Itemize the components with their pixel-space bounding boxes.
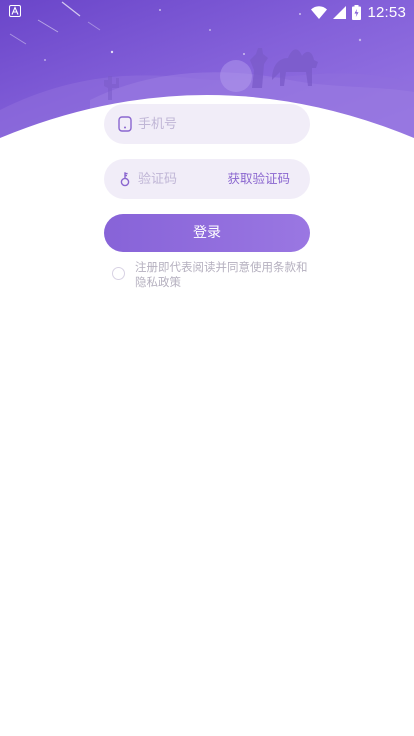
agreement-text[interactable]: 注册即代表阅读并同意使用条款和隐私政策: [135, 260, 310, 290]
phone-input[interactable]: [138, 104, 298, 144]
login-button[interactable]: 登录: [104, 214, 310, 252]
verification-code-field[interactable]: 获取验证码: [104, 159, 310, 199]
login-screen: 12:53 获取验证码 登录 注册即代表阅读并同意使用条款和隐私政策: [0, 0, 414, 736]
agreement-checkbox[interactable]: [112, 267, 125, 280]
phone-field[interactable]: [104, 104, 310, 144]
sheet-curve: [0, 95, 414, 170]
phone-icon: [118, 116, 132, 132]
verification-code-input[interactable]: [138, 159, 224, 199]
key-icon: [120, 172, 130, 187]
get-code-button[interactable]: 获取验证码: [227, 159, 290, 199]
